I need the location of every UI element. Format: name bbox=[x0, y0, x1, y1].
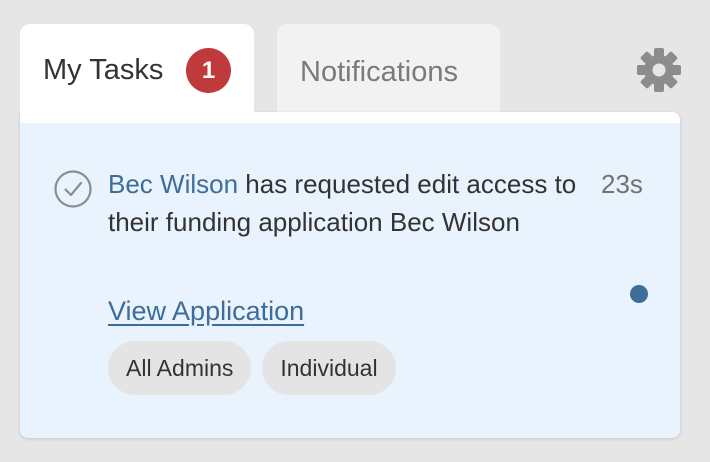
tab-notifications[interactable]: Notifications bbox=[277, 24, 500, 112]
check-circle-icon[interactable] bbox=[53, 169, 93, 209]
tab-notifications-label: Notifications bbox=[300, 56, 458, 88]
task-count-badge: 1 bbox=[186, 48, 231, 93]
task-message: Bec Wilson has requested edit access to … bbox=[108, 165, 578, 241]
unread-indicator bbox=[630, 285, 648, 303]
gear-icon[interactable] bbox=[636, 47, 682, 93]
task-item[interactable]: Bec Wilson has requested edit access to … bbox=[20, 123, 680, 438]
view-application-link[interactable]: View Application bbox=[108, 291, 304, 331]
tab-my-tasks[interactable]: My Tasks 1 bbox=[20, 24, 254, 114]
task-tags: All Admins Individual bbox=[108, 341, 396, 395]
tag-chip: All Admins bbox=[108, 341, 252, 395]
user-link[interactable]: Bec Wilson bbox=[108, 169, 238, 199]
tag-chip: Individual bbox=[262, 341, 396, 395]
task-timestamp: 23s bbox=[601, 169, 643, 199]
tasks-panel: Bec Wilson has requested edit access to … bbox=[20, 112, 680, 438]
tab-my-tasks-label: My Tasks bbox=[43, 54, 164, 86]
